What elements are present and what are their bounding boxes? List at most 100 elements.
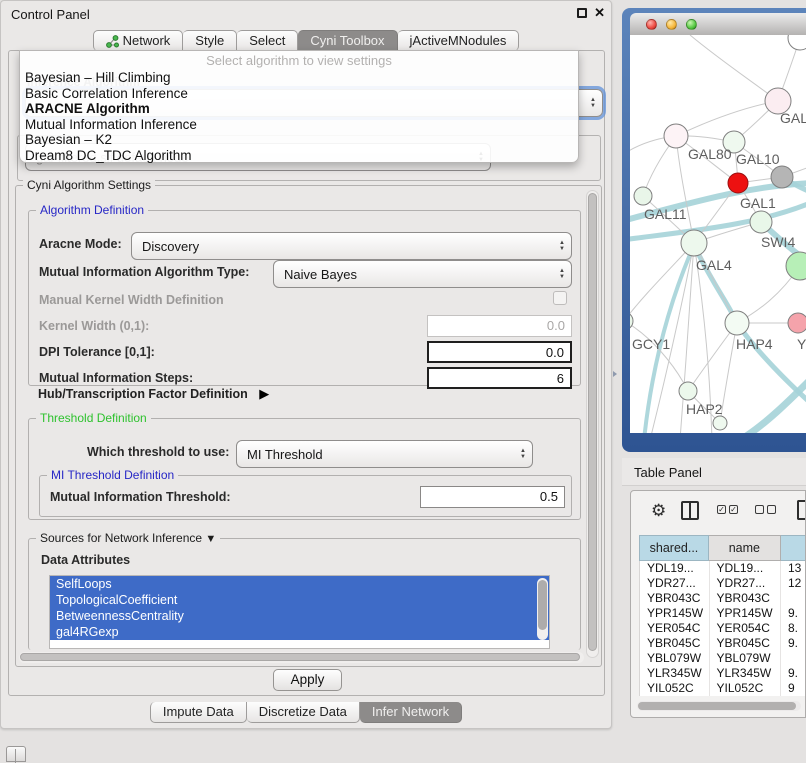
popup-item[interactable]: Dream8 DC_TDC Algorithm bbox=[20, 148, 578, 164]
tab-infer-network[interactable]: Infer Network bbox=[360, 702, 462, 723]
control-panel-titlebar: Control Panel ✕ bbox=[1, 1, 611, 27]
close-window-icon[interactable] bbox=[646, 19, 657, 30]
aracne-mode-label: Aracne Mode: bbox=[39, 237, 122, 251]
cell: 9. bbox=[781, 666, 806, 681]
tab-select[interactable]: Select bbox=[237, 30, 298, 51]
scrollbar-thumb[interactable] bbox=[638, 702, 796, 710]
algorithm-definition-group: Algorithm Definition Aracne Mode: Discov… bbox=[28, 210, 581, 386]
scrollbar-thumb[interactable] bbox=[588, 193, 597, 651]
scrollbar-thumb[interactable] bbox=[20, 653, 580, 661]
cell: YER054C bbox=[710, 621, 781, 636]
cell: YBR045C bbox=[640, 636, 710, 651]
list-vertical-scrollbar[interactable] bbox=[537, 578, 548, 640]
apply-button[interactable]: Apply bbox=[273, 669, 342, 691]
network-node-green[interactable] bbox=[786, 252, 806, 280]
cell: YER054C bbox=[640, 621, 710, 636]
sources-expander[interactable]: Sources for Network Inference ▼ bbox=[36, 531, 220, 545]
tab-discretize-data[interactable]: Discretize Data bbox=[247, 702, 360, 723]
network-node-gal11[interactable] bbox=[634, 187, 652, 205]
table-row[interactable]: YPR145W YPR145W 9. bbox=[640, 606, 806, 621]
mi-type-combobox[interactable]: Naive Bayes ▲ ▼ bbox=[273, 260, 572, 288]
node-label: HAP4 bbox=[736, 336, 773, 352]
edge bbox=[630, 243, 694, 321]
network-node-gal4[interactable] bbox=[681, 230, 707, 256]
manual-kernel-checkbox[interactable] bbox=[553, 291, 567, 305]
close-icon[interactable]: ✕ bbox=[594, 5, 605, 21]
table-row[interactable]: YBR045C YBR045C 9. bbox=[640, 636, 806, 651]
float-panel-icon[interactable] bbox=[577, 8, 587, 18]
network-node[interactable] bbox=[713, 416, 727, 430]
network-window-titlebar[interactable] bbox=[630, 13, 806, 35]
network-node-gal80[interactable] bbox=[664, 124, 688, 148]
popup-item[interactable]: Bayesian – K2 bbox=[20, 132, 578, 148]
tab-cyni-toolbox[interactable]: Cyni Toolbox bbox=[298, 30, 397, 51]
table-horizontal-scrollbar[interactable] bbox=[637, 701, 801, 711]
combo-stepper-icon[interactable]: ▲ ▼ bbox=[520, 441, 526, 467]
table-row[interactable]: YER054C YER054C 8. bbox=[640, 621, 806, 636]
combo-stepper-icon[interactable]: ▲ ▼ bbox=[559, 233, 565, 259]
table-row[interactable]: YIL052C YIL052C 9 bbox=[640, 681, 806, 696]
table-row[interactable]: YBL079W YBL079W bbox=[640, 651, 806, 666]
deselect-all-checkboxes-icon[interactable] bbox=[755, 505, 776, 514]
network-node-hap2[interactable] bbox=[679, 382, 697, 400]
which-threshold-label: Which threshold to use: bbox=[87, 445, 229, 459]
minimize-window-icon[interactable] bbox=[666, 19, 677, 30]
popup-item-selected[interactable]: ARACNE Algorithm bbox=[20, 101, 578, 117]
network-canvas[interactable]: GAL GAL80 GAL10 GAL1 GAL11 SWI4 GAL4 GCY… bbox=[630, 35, 806, 433]
mi-threshold-field[interactable]: 0.5 bbox=[420, 486, 565, 508]
column-header-name[interactable]: name bbox=[709, 535, 781, 561]
kernel-width-field[interactable]: 0.0 bbox=[427, 315, 572, 337]
cell: YDR27... bbox=[640, 576, 710, 591]
tab-network[interactable]: Network bbox=[93, 30, 184, 51]
network-node-pink[interactable] bbox=[788, 313, 806, 333]
tab-style[interactable]: Style bbox=[183, 30, 237, 51]
table-row[interactable]: YDL19... YDL19... 13 bbox=[640, 561, 806, 576]
network-node-gal1[interactable] bbox=[750, 211, 772, 233]
split-columns-icon[interactable] bbox=[681, 501, 699, 520]
list-item[interactable]: SelfLoops bbox=[50, 576, 549, 592]
list-item[interactable]: gal4RGexp bbox=[50, 624, 549, 640]
list-item[interactable]: TopologicalCoefficient bbox=[50, 592, 549, 608]
export-table-icon[interactable] bbox=[797, 500, 806, 520]
select-all-checkboxes-icon[interactable]: ✓ ✓ bbox=[717, 505, 738, 514]
scrollbar-thumb[interactable] bbox=[538, 580, 547, 630]
table-row[interactable]: YBR043C YBR043C bbox=[640, 591, 806, 606]
table-row[interactable]: YLR345W YLR345W 9. bbox=[640, 666, 806, 681]
data-attributes-list[interactable]: SelfLoops TopologicalCoefficient Between… bbox=[49, 575, 550, 649]
node-label: GAL10 bbox=[736, 151, 780, 167]
network-node-selected-red[interactable] bbox=[728, 173, 748, 193]
settings-horizontal-scrollbar[interactable] bbox=[19, 652, 584, 663]
panel-divider-handle[interactable] bbox=[613, 371, 617, 377]
zoom-window-icon[interactable] bbox=[686, 19, 697, 30]
combo-stepper-icon[interactable]: ▲ ▼ bbox=[559, 261, 565, 287]
network-node[interactable] bbox=[788, 35, 806, 50]
settings-vertical-scrollbar[interactable] bbox=[586, 190, 599, 658]
network-icon bbox=[106, 35, 119, 48]
column-header[interactable]: A bbox=[781, 535, 806, 561]
combo-down-icon: ▼ bbox=[559, 274, 565, 280]
table-row[interactable]: YDR27... YDR27... 12 bbox=[640, 576, 806, 591]
aracne-mode-combobox[interactable]: Discovery ▲ ▼ bbox=[131, 232, 572, 260]
network-node-hap4[interactable] bbox=[725, 311, 749, 335]
which-threshold-combobox[interactable]: MI Threshold ▲ ▼ bbox=[236, 440, 533, 468]
popup-item[interactable]: Mutual Information Inference bbox=[20, 117, 578, 133]
tab-jactivemnodules[interactable]: jActiveMNodules bbox=[398, 30, 520, 51]
mi-steps-field[interactable]: 6 bbox=[427, 367, 572, 389]
hub-definition-expander[interactable]: Hub/Transcription Factor Definition ▶ bbox=[38, 386, 269, 402]
which-threshold-value: MI Threshold bbox=[247, 447, 323, 462]
cell: 8. bbox=[781, 621, 806, 636]
edge bbox=[694, 243, 737, 323]
tab-impute-data[interactable]: Impute Data bbox=[150, 702, 247, 723]
list-item[interactable]: BetweennessCentrality bbox=[50, 608, 549, 624]
kernel-width-label: Kernel Width (0,1): bbox=[39, 319, 149, 333]
network-node-gray[interactable] bbox=[771, 166, 793, 188]
combo-stepper-icon[interactable]: ▲ ▼ bbox=[590, 90, 596, 116]
dpi-tolerance-field[interactable]: 0.0 bbox=[427, 341, 572, 363]
restore-panel-icon[interactable] bbox=[6, 746, 26, 762]
column-header-shared-name[interactable]: shared... bbox=[639, 535, 709, 561]
data-attributes-label: Data Attributes bbox=[41, 553, 130, 567]
network-node-gcy1[interactable] bbox=[630, 312, 633, 330]
popup-item[interactable]: Basic Correlation Inference bbox=[20, 86, 578, 102]
gear-icon[interactable]: ⚙ bbox=[651, 501, 666, 521]
popup-item[interactable]: Bayesian – Hill Climbing bbox=[20, 70, 578, 86]
